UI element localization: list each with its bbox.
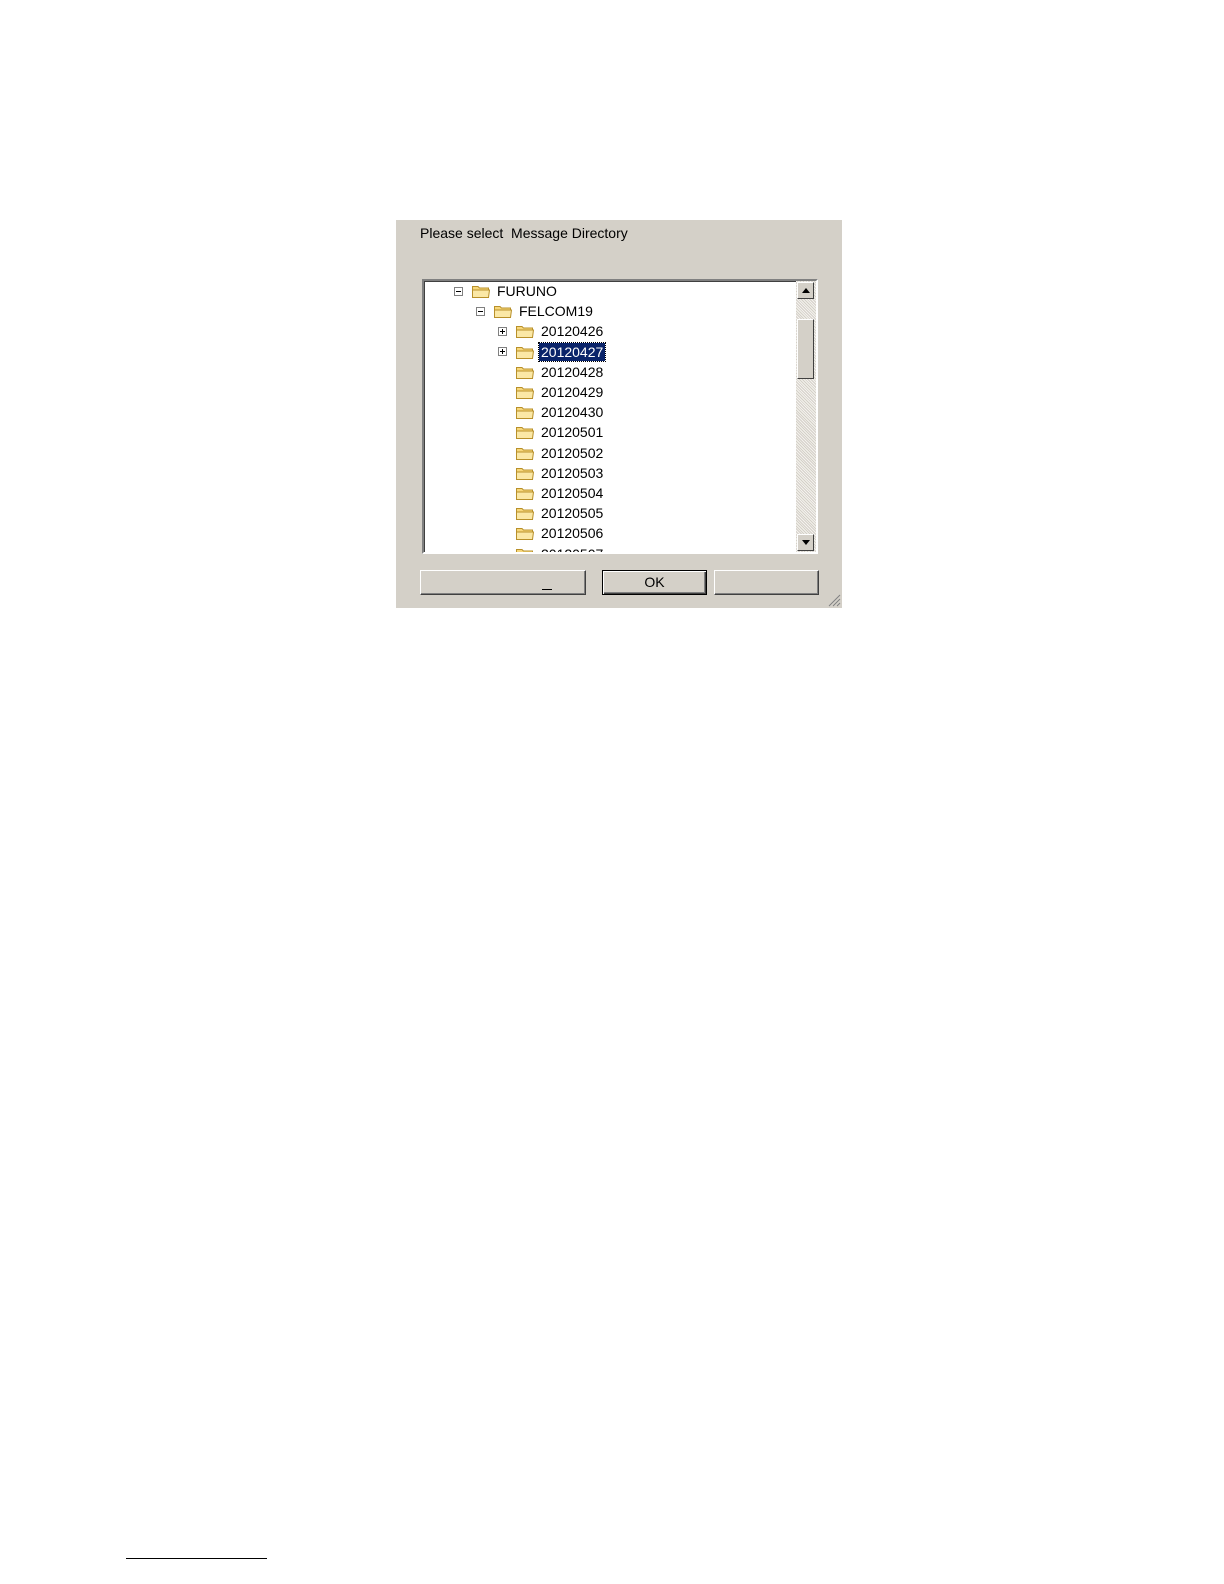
directory-tree[interactable]: FURUNO FELCOM19 20120426 20120427 20120428 20… xyxy=(422,279,818,554)
tree-node-label: 20120506 xyxy=(541,525,604,542)
folder-icon xyxy=(472,286,491,298)
tree-node-label: FURUNO xyxy=(497,283,557,299)
folder-icon xyxy=(516,346,535,359)
folder-icon xyxy=(516,427,535,440)
scroll-down-button[interactable] xyxy=(797,534,814,551)
minus-box-icon[interactable] xyxy=(476,306,485,316)
vertical-scrollbar[interactable] xyxy=(796,281,816,552)
tree-node[interactable]: 20120504 xyxy=(498,483,605,503)
tree-node[interactable]: FELCOM19 xyxy=(476,301,595,321)
footnote-divider xyxy=(126,1558,267,1559)
tree-node-label: 20120507 xyxy=(539,545,605,552)
scroll-thumb[interactable] xyxy=(797,319,814,379)
tree-node[interactable]: 20120428 xyxy=(498,362,605,382)
folder-icon xyxy=(516,488,535,500)
tree-node-label: 20120428 xyxy=(541,363,604,380)
tree-node-label: 20120504 xyxy=(541,485,604,501)
tree-node-label: 20120501 xyxy=(541,424,604,441)
select-directory-dialog: Please select Message Directory FURUNO FE… xyxy=(396,220,842,608)
tree-node[interactable]: 20120501 xyxy=(498,422,605,442)
tree-node[interactable]: 20120429 xyxy=(498,382,605,402)
ok-button[interactable]: OK xyxy=(602,570,707,595)
tree-node-label: FELCOM19 xyxy=(519,303,593,320)
folder-icon xyxy=(516,467,535,480)
tree-node[interactable]: 20120506 xyxy=(498,523,605,543)
arrow-down-icon xyxy=(802,540,810,545)
plus-box-icon[interactable] xyxy=(498,326,507,336)
folder-icon xyxy=(516,407,535,420)
folder-icon xyxy=(516,548,533,552)
folder-icon xyxy=(494,306,513,319)
resize-grip-icon[interactable] xyxy=(827,593,841,607)
plus-box-icon[interactable] xyxy=(498,347,507,357)
right-button[interactable] xyxy=(714,570,819,595)
arrow-up-icon xyxy=(802,288,810,293)
tree-node-label: 20120429 xyxy=(541,384,604,400)
tree-node[interactable]: 20120502 xyxy=(498,443,605,463)
tree-node-label: 20120505 xyxy=(541,505,604,522)
tree-node-label: 20120426 xyxy=(541,323,604,340)
folder-icon xyxy=(516,387,535,399)
prompt-label: Please select Message Directory xyxy=(420,225,628,241)
tree-node[interactable]: FURUNO xyxy=(454,281,559,301)
folder-icon xyxy=(516,366,535,379)
left-button[interactable] xyxy=(420,570,586,595)
tree-node-label: 20120503 xyxy=(541,464,604,481)
minus-box-icon[interactable] xyxy=(454,286,463,296)
folder-icon xyxy=(516,447,535,460)
folder-icon xyxy=(516,528,535,541)
tree-node[interactable]: 20120430 xyxy=(498,402,605,422)
tree-node-label: 20120427 xyxy=(537,341,607,362)
folder-icon xyxy=(516,326,535,339)
mnemonic-underline xyxy=(542,589,552,590)
tree-content: FURUNO FELCOM19 20120426 20120427 20120428 20… xyxy=(424,281,796,552)
tree-node[interactable]: 20120505 xyxy=(498,503,605,523)
scroll-up-button[interactable] xyxy=(797,282,814,299)
tree-node-label: 20120502 xyxy=(541,444,604,461)
tree-node[interactable]: 20120507 xyxy=(498,544,605,552)
tree-node-label: 20120430 xyxy=(541,404,604,421)
tree-node[interactable]: 20120503 xyxy=(498,463,605,483)
folder-icon xyxy=(516,508,535,521)
tree-node[interactable]: 20120426 xyxy=(498,321,605,341)
tree-node[interactable]: 20120427 xyxy=(498,341,607,362)
